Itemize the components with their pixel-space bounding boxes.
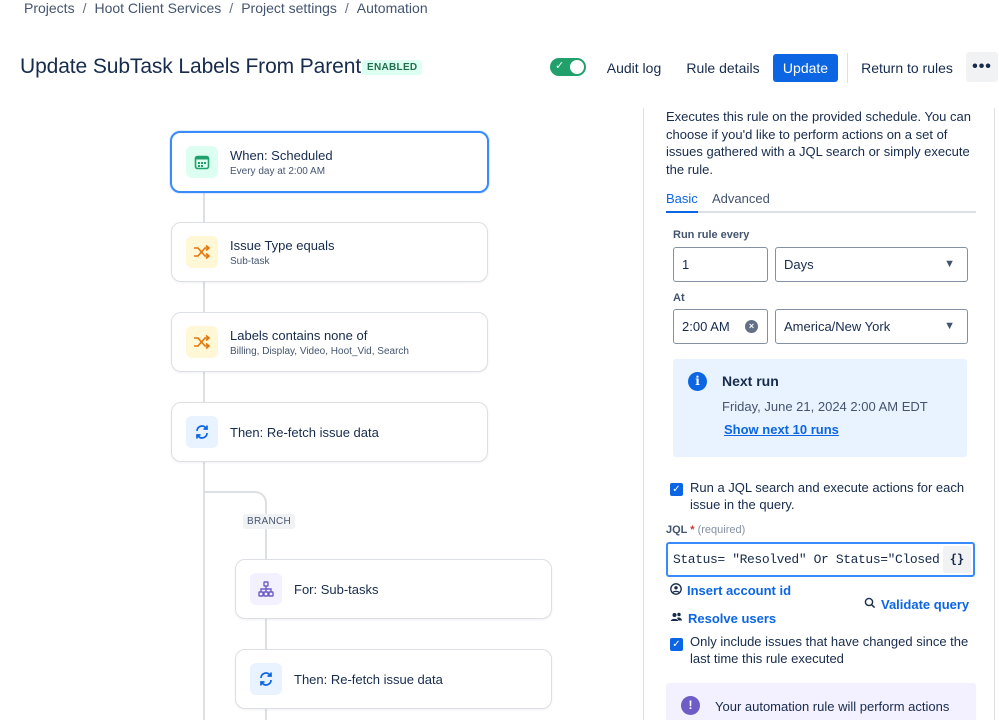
more-actions-button[interactable]: ••• bbox=[966, 52, 998, 82]
status-badge: ENABLED bbox=[362, 60, 423, 75]
branch-node-subtasks[interactable]: For: Sub-tasks bbox=[235, 559, 552, 619]
audit-log-button[interactable]: Audit log bbox=[600, 54, 668, 82]
breadcrumb-separator: / bbox=[229, 0, 234, 16]
return-to-rules-button[interactable]: Return to rules bbox=[858, 54, 956, 82]
breadcrumb-automation[interactable]: Automation bbox=[357, 0, 428, 16]
clear-icon[interactable]: × bbox=[745, 320, 758, 333]
description-line: issues gathered with a JQL search or sim… bbox=[666, 144, 970, 160]
condition-node-issue-type[interactable]: Issue Type equals Sub-task bbox=[171, 222, 488, 282]
search-icon bbox=[864, 597, 876, 612]
description-line: choose if you'd like to perform actions … bbox=[666, 126, 948, 142]
show-next-runs-link[interactable]: Show next 10 runs bbox=[724, 422, 839, 437]
node-title: Then: Re-fetch issue data bbox=[294, 671, 443, 687]
checkbox-label-line: Only include issues that have changed si… bbox=[690, 634, 969, 649]
node-title: Then: Re-fetch issue data bbox=[230, 424, 379, 440]
jql-label-text: JQL bbox=[666, 524, 688, 536]
shuffle-icon bbox=[186, 236, 218, 268]
flow-connector bbox=[265, 709, 267, 720]
node-title: For: Sub-tasks bbox=[294, 581, 379, 597]
validate-query-label: Validate query bbox=[881, 597, 970, 612]
trigger-node[interactable]: When: Scheduled Every day at 2:00 AM bbox=[170, 131, 489, 193]
user-icon bbox=[670, 583, 682, 598]
exclamation-icon: ! bbox=[681, 696, 700, 715]
breadcrumb-project[interactable]: Hoot Client Services bbox=[94, 0, 221, 16]
check-icon: ✓ bbox=[555, 60, 565, 72]
rule-enabled-toggle[interactable]: ✓ bbox=[550, 58, 586, 76]
jql-search-checkbox-label: Run a JQL search and execute actions for… bbox=[690, 479, 964, 514]
time-value: 2:00 AM bbox=[682, 319, 730, 334]
description-line: the rule. bbox=[666, 161, 713, 177]
condition-node-labels[interactable]: Labels contains none of Billing, Display… bbox=[171, 312, 488, 372]
interval-unit-value: Days bbox=[784, 257, 814, 272]
people-icon bbox=[670, 611, 683, 626]
tab-advanced[interactable]: Advanced bbox=[712, 191, 770, 211]
flow-connector bbox=[203, 372, 205, 402]
chevron-down-icon: ▼ bbox=[944, 258, 955, 270]
toggle-knob bbox=[570, 60, 584, 74]
flow-connector bbox=[203, 282, 205, 312]
config-tabs: Basic Advanced bbox=[666, 191, 976, 213]
breadcrumb: Projects / Hoot Client Services / Projec… bbox=[24, 0, 428, 16]
chevron-down-icon: ▼ bbox=[944, 320, 955, 332]
required-hint: (required) bbox=[697, 524, 746, 536]
node-subtitle: Billing, Display, Video, Hoot_Vid, Searc… bbox=[230, 345, 409, 357]
at-label: At bbox=[673, 292, 685, 304]
shuffle-icon bbox=[186, 326, 218, 358]
node-subtitle: Sub-task bbox=[230, 255, 270, 267]
node-title: Labels contains none of bbox=[230, 327, 368, 343]
smart-values-button[interactable]: {} bbox=[943, 546, 971, 573]
insert-account-id-link[interactable]: Insert account id bbox=[670, 583, 791, 598]
node-title: When: Scheduled bbox=[230, 147, 333, 163]
action-node-refetch[interactable]: Then: Re-fetch issue data bbox=[171, 402, 488, 462]
jql-label: JQL * (required) bbox=[666, 524, 745, 536]
validate-query-link[interactable]: Validate query bbox=[864, 597, 969, 612]
refresh-icon bbox=[250, 663, 282, 695]
run-rule-every-label: Run rule every bbox=[673, 229, 750, 241]
timezone-value: America/New York bbox=[784, 319, 891, 334]
interval-input[interactable]: 1 bbox=[673, 247, 768, 282]
checkbox-label-line: last time this rule executed bbox=[690, 651, 844, 667]
breadcrumb-projects[interactable]: Projects bbox=[24, 0, 75, 16]
checkbox-label-line: issue in the query. bbox=[690, 497, 795, 513]
update-button[interactable]: Update bbox=[773, 54, 838, 82]
insert-account-id-label: Insert account id bbox=[687, 583, 792, 598]
breadcrumb-project-settings[interactable]: Project settings bbox=[241, 0, 337, 16]
action-node-refetch-branch[interactable]: Then: Re-fetch issue data bbox=[235, 649, 552, 709]
only-changed-checkbox[interactable]: ✓ bbox=[670, 638, 683, 651]
rule-details-button[interactable]: Rule details bbox=[682, 54, 764, 82]
header-divider bbox=[847, 53, 848, 83]
hierarchy-icon bbox=[250, 573, 282, 605]
required-star: * bbox=[690, 524, 695, 536]
trigger-config-panel: Executes this rule on the provided sched… bbox=[643, 108, 995, 720]
next-run-date: Friday, June 21, 2024 2:00 AM EDT bbox=[722, 399, 928, 414]
trigger-description: Executes this rule on the provided sched… bbox=[666, 108, 976, 178]
checkbox-label-line: Run a JQL search and execute actions for… bbox=[690, 480, 965, 495]
breadcrumb-separator: / bbox=[344, 0, 349, 16]
next-run-box: i Next run Friday, June 21, 2024 2:00 AM… bbox=[673, 359, 967, 457]
warning-text: Your automation rule will perform action… bbox=[715, 699, 950, 714]
jql-search-checkbox[interactable]: ✓ bbox=[670, 483, 683, 496]
info-icon: i bbox=[688, 372, 707, 391]
page-title: Update SubTask Labels From Parent bbox=[20, 55, 362, 78]
breadcrumb-separator: / bbox=[82, 0, 87, 16]
time-input[interactable]: 2:00 AM × bbox=[673, 309, 768, 344]
only-changed-checkbox-label: Only include issues that have changed si… bbox=[690, 633, 968, 668]
timezone-select[interactable]: America/New York ▼ bbox=[775, 309, 968, 344]
description-line: Executes this rule on the provided sched… bbox=[666, 109, 971, 124]
jql-input[interactable]: Status= "Resolved" Or Status="Closed" an… bbox=[666, 542, 975, 577]
interval-unit-select[interactable]: Days ▼ bbox=[775, 247, 968, 282]
flow-connector bbox=[203, 192, 205, 222]
node-subtitle: Every day at 2:00 AM bbox=[230, 165, 326, 177]
resolve-users-label: Resolve users bbox=[688, 611, 777, 626]
node-title: Issue Type equals bbox=[230, 237, 335, 253]
refresh-icon bbox=[186, 416, 218, 448]
branch-tag: BRANCH bbox=[243, 514, 296, 529]
calendar-icon bbox=[186, 146, 218, 178]
jql-value: Status= "Resolved" Or Status="Closed" an… bbox=[673, 552, 941, 567]
next-run-title: Next run bbox=[722, 373, 779, 389]
flow-connector bbox=[265, 619, 267, 649]
tab-basic[interactable]: Basic bbox=[666, 191, 698, 213]
resolve-users-link[interactable]: Resolve users bbox=[670, 611, 776, 626]
warning-box: ! Your automation rule will perform acti… bbox=[666, 683, 976, 720]
